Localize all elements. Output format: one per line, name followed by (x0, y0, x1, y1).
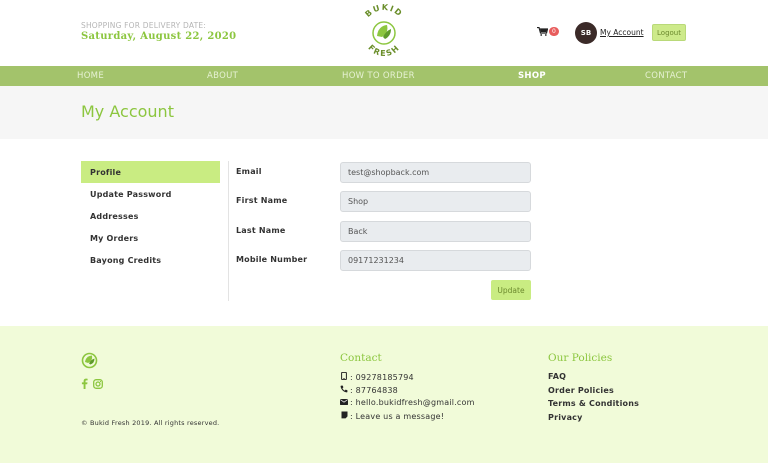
contact-email[interactable]: : hello.bukidfresh@gmail.com (340, 398, 475, 407)
my-account-link[interactable]: My Account (600, 28, 644, 37)
logout-button[interactable]: Logout (652, 24, 686, 41)
sidebar-item-update-password[interactable]: Update Password (81, 183, 220, 205)
policy-link-faq[interactable]: FAQ (548, 372, 566, 381)
avatar[interactable]: SB (575, 22, 597, 44)
contact-message[interactable]: : Leave us a message! (340, 411, 444, 421)
copyright: © Bukid Fresh 2019. All rights reserved. (81, 419, 220, 427)
email-label: Email (236, 167, 262, 176)
sidebar-item-my-orders[interactable]: My Orders (81, 227, 220, 249)
nav-item-how-to-order[interactable]: HOW TO ORDER (342, 71, 415, 81)
cart-count-badge: 0 (549, 27, 559, 36)
envelope-icon (340, 398, 348, 407)
delivery-date[interactable]: Saturday, August 22, 2020 (81, 31, 236, 42)
sidebar-divider (228, 161, 229, 301)
policy-link-order-policies[interactable]: Order Policies (548, 386, 614, 395)
header: SHOPPING FOR DELIVERY DATE: Saturday, Au… (0, 0, 768, 66)
nav-item-about[interactable]: ABOUT (207, 71, 238, 81)
message-icon (340, 411, 348, 421)
policy-link-privacy[interactable]: Privacy (548, 413, 583, 422)
footer: © Bukid Fresh 2019. All rights reserved.… (0, 326, 768, 463)
mobile-icon (340, 371, 348, 382)
cart-icon (537, 27, 548, 36)
footer-logo-icon (81, 352, 98, 369)
delivery-caption: SHOPPING FOR DELIVERY DATE: (81, 21, 207, 30)
last-name-label: Last Name (236, 226, 286, 235)
last-name-field[interactable]: Back (340, 221, 531, 242)
mobile-number-field[interactable]: 09171231234 (340, 250, 531, 271)
phone-icon (340, 385, 348, 395)
logo-text-top: BUKID (363, 4, 402, 19)
mobile-number-label: Mobile Number (236, 255, 308, 264)
main-nav: HOME ABOUT HOW TO ORDER SHOP CONTACT (0, 66, 768, 86)
bukid-fresh-logo[interactable]: BUKID FRESH (356, 4, 412, 62)
first-name-field[interactable]: Shop (340, 191, 531, 212)
sidebar-item-bayong-credits[interactable]: Bayong Credits (81, 249, 220, 271)
policy-link-terms[interactable]: Terms & Conditions (548, 399, 639, 408)
instagram-icon[interactable] (93, 378, 103, 389)
cart-button[interactable]: 0 (537, 27, 559, 36)
sidebar-item-profile[interactable]: Profile (81, 161, 220, 183)
page-title: My Account (81, 102, 174, 121)
social-links (81, 378, 103, 389)
first-name-label: First Name (236, 196, 288, 205)
sidebar-item-addresses[interactable]: Addresses (81, 205, 220, 227)
update-button[interactable]: Update (491, 280, 531, 300)
logo-text-bottom: FRESH (366, 43, 400, 58)
nav-item-shop[interactable]: SHOP (518, 71, 546, 81)
facebook-icon[interactable] (81, 378, 88, 389)
svg-text:BUKID: BUKID (363, 4, 404, 19)
svg-text:FRESH: FRESH (366, 43, 401, 58)
email-field[interactable]: test@shopback.com (340, 162, 531, 183)
nav-item-contact[interactable]: CONTACT (645, 71, 687, 81)
contact-phone[interactable]: : 87764838 (340, 385, 398, 395)
nav-item-home[interactable]: HOME (77, 71, 104, 81)
account-sidebar: Profile Update Password Addresses My Ord… (81, 161, 220, 271)
contact-heading: Contact (340, 352, 382, 364)
policies-heading: Our Policies (548, 352, 613, 364)
contact-mobile[interactable]: : 09278185794 (340, 371, 414, 382)
